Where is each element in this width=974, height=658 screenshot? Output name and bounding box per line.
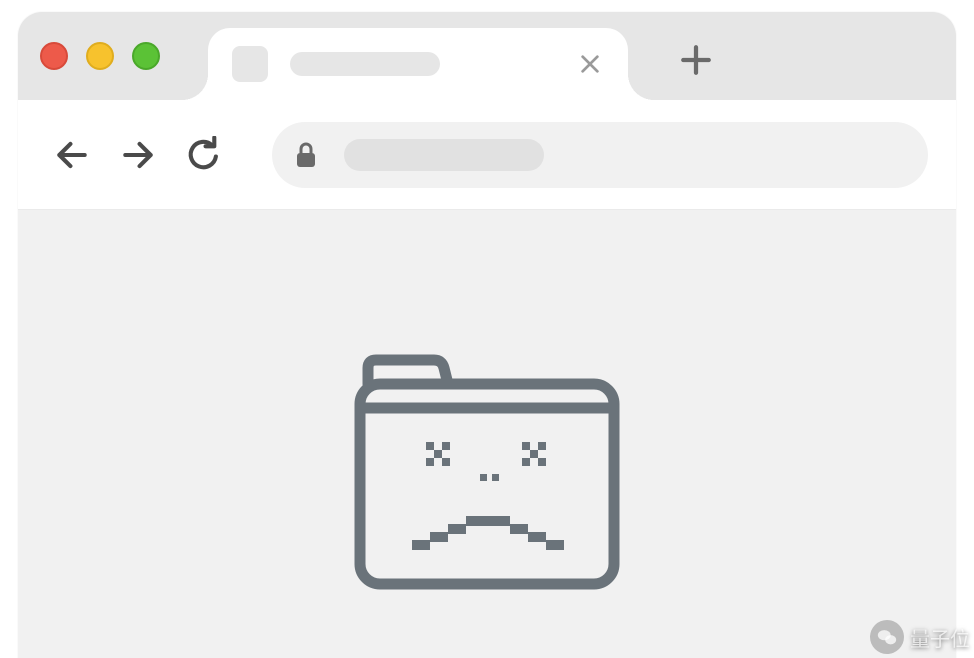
close-icon [579,53,601,75]
browser-tab-active[interactable] [208,28,628,100]
arrow-right-icon [119,136,157,174]
url-text-placeholder [344,139,544,171]
browser-window [18,12,956,658]
arrow-left-icon [53,136,91,174]
window-controls [40,42,160,70]
window-close-button[interactable] [40,42,68,70]
reload-icon [185,136,223,174]
watermark-label: 量子位 [910,623,970,652]
tab-title-placeholder [290,52,440,76]
watermark: 量子位 [870,620,970,654]
address-bar[interactable] [272,122,928,188]
wechat-icon [870,620,904,654]
toolbar [18,100,956,210]
tab-strip [18,12,956,100]
reload-button[interactable] [178,129,230,181]
dead-folder-icon [352,354,622,658]
tab-favicon-placeholder [232,46,268,82]
forward-button[interactable] [112,129,164,181]
plus-icon [679,43,713,77]
page-content [18,210,956,658]
tab-close-button[interactable] [576,50,604,78]
lock-icon [294,141,318,169]
window-maximize-button[interactable] [132,42,160,70]
window-minimize-button[interactable] [86,42,114,70]
new-tab-button[interactable] [678,42,714,78]
back-button[interactable] [46,129,98,181]
